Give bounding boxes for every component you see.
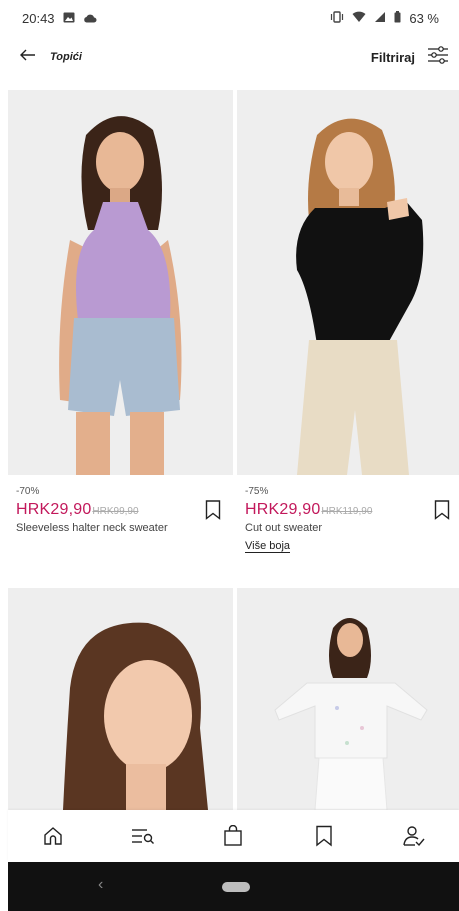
original-price: HRK119,90 — [321, 506, 373, 517]
filter-button[interactable]: Filtriraj — [371, 45, 449, 70]
app-header: Topići Filtriraj — [0, 36, 459, 78]
more-colors-link[interactable]: Više boja — [245, 540, 291, 553]
bookmark-icon[interactable] — [304, 816, 344, 856]
filter-label: Filtriraj — [370, 49, 415, 65]
vibrate-icon — [330, 10, 344, 26]
home-icon[interactable] — [33, 816, 73, 856]
sale-price: HRK29,90 — [16, 501, 92, 518]
battery-percent: 63 % — [409, 10, 439, 26]
status-time: 20:43 — [22, 10, 55, 26]
system-back-button[interactable]: ‹ — [98, 876, 103, 894]
page-title: Topići — [50, 51, 82, 63]
product-card[interactable]: -70% HRK29,90 HRK99,90 Sleeveless halter… — [8, 90, 233, 590]
product-image[interactable] — [8, 90, 233, 475]
status-left: 20:43 — [22, 11, 97, 26]
product-card[interactable] — [8, 588, 233, 810]
system-nav-bar: ‹ — [8, 862, 459, 911]
sale-price: HRK29,90 — [245, 501, 321, 518]
price-row: HRK29,90 HRK99,90 — [16, 501, 233, 519]
arrow-left-icon[interactable] — [20, 48, 36, 66]
product-card[interactable] — [237, 588, 459, 810]
original-price: HRK99,90 — [92, 506, 139, 517]
product-name: Sleeveless halter neck sweater — [16, 522, 168, 534]
product-image[interactable] — [237, 588, 459, 810]
system-home-button[interactable] — [222, 882, 250, 892]
cloud-icon — [83, 11, 97, 26]
discount-label: -75% — [245, 486, 269, 497]
product-name: Cut out sweater — [245, 522, 323, 534]
battery-icon — [394, 10, 401, 26]
shopping-bag-icon[interactable] — [213, 816, 253, 856]
product-card[interactable]: -75% HRK29,90 HRK119,90 Cut out sweater … — [237, 90, 459, 590]
product-image[interactable] — [8, 588, 233, 810]
discount-label: -70% — [16, 486, 40, 497]
wifi-icon — [352, 11, 366, 26]
account-icon[interactable] — [394, 816, 434, 856]
bookmark-icon[interactable] — [434, 500, 450, 525]
product-image[interactable] — [237, 90, 459, 475]
image-icon — [63, 11, 75, 26]
status-bar: 20:43 63 % — [0, 0, 459, 36]
product-info: -70% HRK29,90 HRK99,90 Sleeveless halter… — [8, 486, 233, 586]
signal-icon — [374, 11, 386, 26]
product-info: -75% HRK29,90 HRK119,90 Cut out sweater … — [237, 486, 459, 586]
price-row: HRK29,90 HRK119,90 — [245, 501, 459, 519]
search-menu-icon[interactable] — [123, 816, 163, 856]
header-left: Topići — [20, 48, 82, 66]
bookmark-icon[interactable] — [205, 500, 221, 525]
status-right: 63 % — [330, 10, 439, 26]
bottom-nav — [8, 810, 459, 862]
sliders-icon — [427, 45, 449, 70]
